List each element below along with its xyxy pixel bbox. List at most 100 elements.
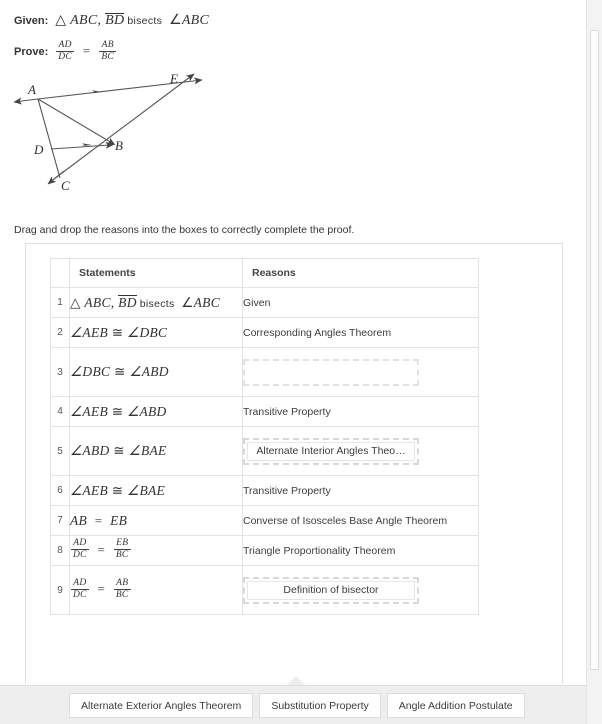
statement-math: ∠ABD ≅ ∠BAE [70,443,167,458]
statement-math: △ ABC, BD bisects ∠ABC [70,294,221,310]
exercise-page: Given: △ ABC, BD bisects ∠ABC Prove: AD D… [0,0,586,724]
dropped-reason-tile[interactable]: Alternate Interior Angles Theo… [247,441,415,461]
row-number: 1 [50,287,70,318]
congruent-symbol: ≅ [114,364,126,379]
row-statement: ∠AEB ≅ ∠BAE [69,475,243,506]
row-reason: Definition of bisector [242,565,479,615]
equals-symbol: = [97,541,106,557]
segment-ab [37,98,116,145]
segment-db [50,141,114,150]
point-label-e: E [169,71,178,86]
reason-dropzone-empty[interactable] [243,358,419,386]
fraction-right: EB BC [113,538,131,560]
given-comma: , [97,13,102,28]
table-row: 9 AD DC = AB BC Definition of bisector [50,565,479,615]
statement-left: AB [70,512,88,528]
reason-dropzone-filled[interactable]: Alternate Interior Angles Theo… [243,437,419,465]
given-segment-bd: BD [105,13,125,28]
prove-math-expression: AD DC = AB BC [55,40,117,63]
statement-left: ∠AEB [70,403,109,419]
draggable-reason-tile[interactable]: Alternate Exterior Angles Theorem [69,693,254,718]
reason-dropzone-filled[interactable]: Definition of bisector [243,576,419,604]
draggable-reason-tile[interactable]: Substitution Property [259,693,381,718]
statement-math: ∠DBC ≅ ∠ABD [70,364,169,379]
row-reason: Corresponding Angles Theorem [242,317,479,348]
row-reason: Converse of Isosceles Base Angle Theorem [242,505,479,536]
segment-ac [37,98,61,179]
statement-bisects-word: bisects [139,297,175,310]
row-reason: Given [242,287,479,318]
fraction-numerator: AD [73,538,87,549]
row-statement: ∠AEB ≅ ∠DBC [69,317,243,348]
fraction-numerator: EB [116,538,129,549]
statement-right: ∠DBC [127,324,168,340]
dropped-reason-tile[interactable]: Definition of bisector [247,580,415,600]
parallel-mark-db [82,143,92,146]
table-row: 2 ∠AEB ≅ ∠DBC Corresponding Angles Theor… [50,317,479,348]
statement-right: ∠BAE [127,482,166,498]
fraction-denominator: BC [113,549,131,560]
fraction-ab-bc: AB BC [99,40,117,62]
point-label-a: A [27,82,36,97]
row-number: 8 [50,535,70,566]
row-number: 5 [50,426,70,476]
scrollbar-thumb[interactable] [590,30,599,670]
statement-math: ∠AEB ≅ ∠ABD [70,404,167,419]
statement-left: ∠DBC [70,364,111,379]
statement-angle-name: ABC [193,294,221,310]
given-bisects-word: bisects [127,15,163,27]
given-triangle-name: ABC [70,13,98,28]
statement-left: ∠ABD [70,443,110,458]
statement-math: AB = EB [70,513,127,528]
congruent-symbol: ≅ [111,482,124,498]
proof-card: Statements Reasons 1 △ ABC, BD bisects ∠A… [25,243,563,684]
fraction-ad-dc: AD DC [56,40,75,62]
statement-left: ∠AEB [70,324,109,340]
fraction-denominator: DC [56,50,75,62]
table-header-row: Statements Reasons [50,258,479,288]
table-row: 4 ∠AEB ≅ ∠ABD Transitive Property [50,396,479,427]
fraction-denominator: BC [99,50,117,62]
draggable-reason-tile[interactable]: Angle Addition Postulate [386,693,525,718]
prove-label: Prove: [14,46,49,59]
vertical-scrollbar[interactable] [586,0,602,724]
statement-right: ∠ABD [127,403,167,419]
statement-math: ∠AEB ≅ ∠BAE [70,483,165,498]
row-number: 3 [50,347,70,397]
statement-right: ∠BAE [128,443,167,458]
tray-tiles: Alternate Exterior Angles Theorem Substi… [69,693,525,718]
table-row: 7 AB = EB Converse of Isosceles Base Ang… [50,505,479,536]
fraction-denominator: DC [71,588,89,600]
row-reason: Transitive Property [242,475,479,506]
congruent-symbol: ≅ [111,403,124,419]
fraction-denominator: DC [71,549,89,560]
statement-math: ∠AEB ≅ ∠DBC [70,325,167,340]
row-statement: △ ABC, BD bisects ∠ABC [69,287,243,318]
row-reason: Alternate Interior Angles Theo… [242,426,479,476]
row-number: 4 [50,396,70,427]
row-number: 6 [50,475,70,506]
given-math-expression: △ ABC, BD bisects ∠ABC [55,12,209,29]
given-label: Given: [14,14,49,27]
triangle-symbol: △ [55,13,67,28]
point-label-b: B [115,138,123,153]
fraction-numerator: AB [101,40,114,50]
column-header-number [50,258,70,288]
row-statement: AB = EB [69,505,243,536]
row-statement: AD DC = EB BC [69,535,243,566]
table-row: 1 △ ABC, BD bisects ∠ABC Given [50,287,479,318]
dropped-reason-label: Alternate Interior Angles Theo… [256,445,406,457]
row-number: 2 [50,317,70,348]
fraction-numerator: AD [58,40,72,50]
point-label-d: D [33,142,44,157]
fraction-numerator: AB [116,577,129,588]
equals-symbol: = [94,512,103,528]
row-number: 7 [50,505,70,536]
statement-triangle-name: ABC [84,294,111,310]
statement-math: AD DC = EB BC [70,538,132,560]
row-reason: Transitive Property [242,396,479,427]
equals-symbol: = [97,581,106,597]
statement-right: ∠ABD [129,364,169,379]
fraction-numerator: AD [73,577,87,588]
fraction-right: AB BC [113,577,131,600]
